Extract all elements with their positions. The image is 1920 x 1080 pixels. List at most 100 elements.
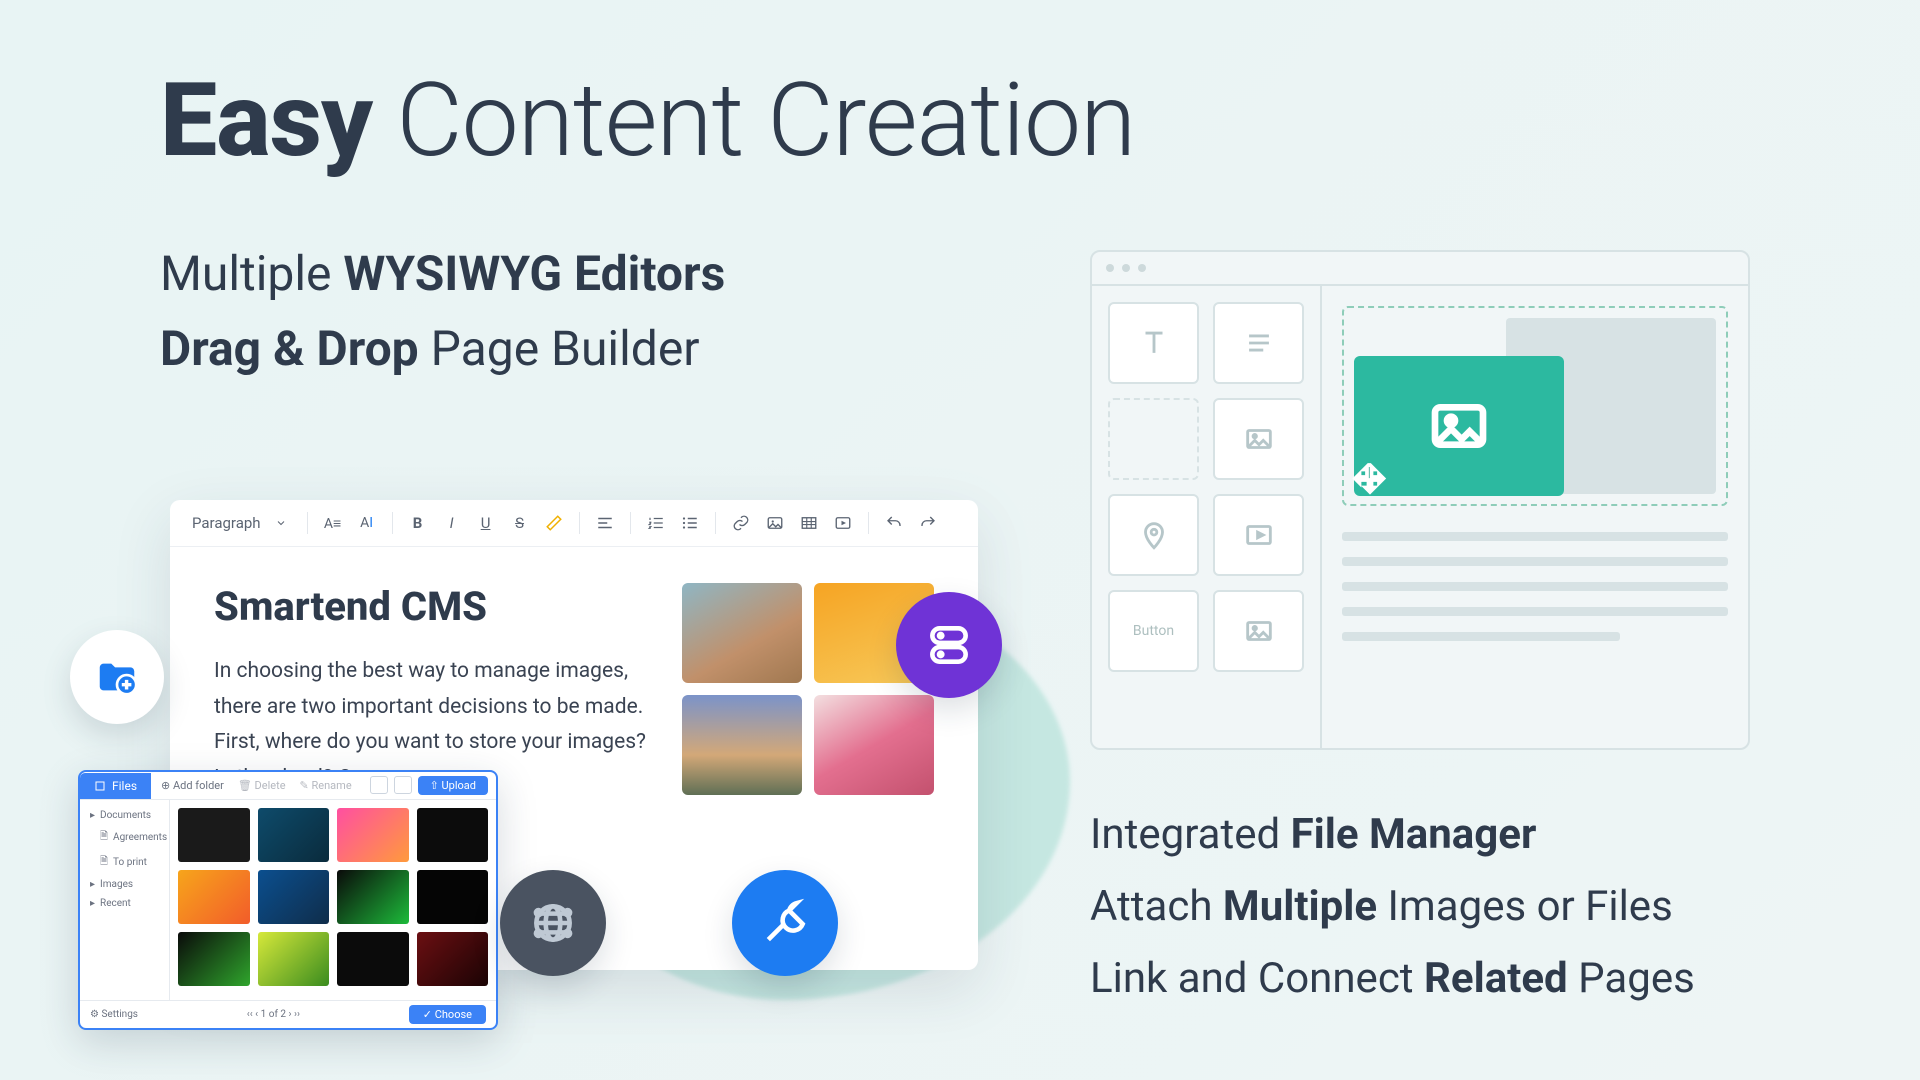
pin-icon	[1137, 518, 1171, 552]
fm-thumb[interactable]	[258, 870, 330, 924]
ordered-list-button[interactable]	[643, 510, 669, 536]
pb-button-widget[interactable]: Button	[1108, 590, 1199, 672]
pb-paragraph-widget[interactable]	[1213, 302, 1304, 384]
globe-badge	[500, 870, 606, 976]
unordered-list-button[interactable]	[677, 510, 703, 536]
fm-side-toprint[interactable]: 🗎 To print	[88, 850, 161, 875]
fm-side-recent[interactable]: ▸ Recent	[88, 894, 161, 913]
pb-gallery-widget[interactable]	[1213, 590, 1304, 672]
fm-choose-button[interactable]: ✓ Choose	[409, 1005, 486, 1024]
play-box-icon	[1242, 518, 1276, 552]
text-icon	[1137, 326, 1171, 360]
fm-sidebar: ▸ Documents 🗎 Agreements 🗎 To print ▸ Im…	[80, 800, 170, 1000]
fm-grid	[170, 800, 496, 1000]
pb-widget-palette: Button	[1092, 286, 1322, 748]
window-dot-icon	[1106, 264, 1114, 272]
chevron-down-icon	[275, 517, 287, 529]
editor-images	[682, 583, 934, 797]
fm-side-agreements[interactable]: 🗎 Agreements	[88, 825, 161, 850]
page-builder-mock: Button	[1090, 250, 1750, 750]
underline-button[interactable]: U	[473, 510, 499, 536]
feature-related: Link and Connect Related Pages	[1090, 954, 1695, 1003]
image-icon	[766, 514, 784, 532]
fm-thumb[interactable]	[417, 808, 489, 862]
fm-pagination[interactable]: ‹‹ ‹ 1 of 2 › ››	[247, 1009, 300, 1020]
fm-thumb[interactable]	[417, 932, 489, 986]
editor-image[interactable]	[682, 583, 802, 683]
fm-thumb[interactable]	[178, 932, 250, 986]
wrench-badge	[732, 870, 838, 976]
link-button[interactable]	[728, 510, 754, 536]
pb-text-widget[interactable]	[1108, 302, 1199, 384]
bold-button[interactable]: B	[405, 510, 431, 536]
fm-thumb[interactable]	[337, 870, 409, 924]
pb-video-widget[interactable]	[1213, 494, 1304, 576]
fm-thumb[interactable]	[178, 808, 250, 862]
redo-button[interactable]	[915, 510, 941, 536]
feature-attach: Attach Multiple Images or Files	[1090, 882, 1673, 931]
redo-icon	[919, 514, 937, 532]
fm-thumb[interactable]	[337, 932, 409, 986]
pen-icon	[545, 514, 563, 532]
pb-canvas[interactable]	[1322, 286, 1748, 748]
play-icon	[834, 514, 852, 532]
feature-file-manager: Integrated File Manager	[1090, 810, 1536, 859]
paragraph-dropdown[interactable]: Paragraph	[184, 510, 295, 536]
pb-location-widget[interactable]	[1108, 494, 1199, 576]
database-badge	[896, 592, 1002, 698]
box-icon	[94, 780, 106, 792]
pb-window-header	[1092, 252, 1748, 286]
window-dot-icon	[1122, 264, 1130, 272]
fm-upload-button[interactable]: ⇧ Upload	[418, 776, 488, 795]
folder-plus-icon	[94, 654, 140, 700]
fm-addfolder-button[interactable]: ⊕ Add folder	[161, 779, 224, 792]
fm-side-images[interactable]: ▸ Images	[88, 875, 161, 894]
align-button[interactable]	[592, 510, 618, 536]
headline-light: Content Creation	[396, 60, 1135, 180]
page-headline: Easy Content Creation	[160, 60, 1135, 180]
editor-title[interactable]: Smartend CMS	[214, 583, 650, 630]
fm-thumb[interactable]	[258, 932, 330, 986]
fm-thumb[interactable]	[417, 870, 489, 924]
strike-button[interactable]: S	[507, 510, 533, 536]
fm-delete-button[interactable]: 🗑 Delete	[238, 779, 286, 792]
fm-side-documents[interactable]: ▸ Documents	[88, 806, 161, 825]
lines-icon	[1242, 326, 1276, 360]
fm-thumb[interactable]	[178, 870, 250, 924]
image-icon	[1427, 394, 1491, 458]
add-folder-badge	[70, 630, 164, 724]
pb-image-widget[interactable]	[1213, 398, 1304, 480]
link-icon	[732, 514, 750, 532]
editor-image[interactable]	[814, 695, 934, 795]
editor-image[interactable]	[682, 695, 802, 795]
undo-icon	[885, 514, 903, 532]
subtitle-dragdrop: Drag & Drop Page Builder	[160, 320, 700, 377]
window-dot-icon	[1138, 264, 1146, 272]
table-icon	[800, 514, 818, 532]
bullet-list-icon	[681, 514, 699, 532]
fm-files-tab[interactable]: Files	[80, 773, 151, 799]
wrench-icon	[760, 898, 810, 948]
fontcolor-button[interactable]: AI	[354, 510, 380, 536]
fm-search-button[interactable]	[394, 776, 412, 794]
image-icon	[1242, 422, 1276, 456]
fm-thumb[interactable]	[337, 808, 409, 862]
align-left-icon	[596, 514, 614, 532]
fm-view-button[interactable]	[370, 776, 388, 794]
fontsize-button[interactable]: A≡	[320, 510, 346, 536]
undo-button[interactable]	[881, 510, 907, 536]
media-button[interactable]	[830, 510, 856, 536]
fm-rename-button[interactable]: ✎ Rename	[300, 779, 352, 792]
pb-text-placeholder	[1342, 532, 1728, 657]
move-cursor-icon	[1350, 460, 1390, 500]
italic-button[interactable]: I	[439, 510, 465, 536]
table-button[interactable]	[796, 510, 822, 536]
fm-thumb[interactable]	[258, 808, 330, 862]
pb-drop-zone[interactable]	[1342, 306, 1728, 506]
pb-dragging-image-widget[interactable]	[1354, 356, 1564, 496]
fm-settings-button[interactable]: ⚙ Settings	[90, 1009, 138, 1020]
highlight-button[interactable]	[541, 510, 567, 536]
file-manager: Files ⊕ Add folder 🗑 Delete ✎ Rename ⇧ U…	[78, 770, 498, 1030]
image-button[interactable]	[762, 510, 788, 536]
pb-empty-slot[interactable]	[1108, 398, 1199, 480]
